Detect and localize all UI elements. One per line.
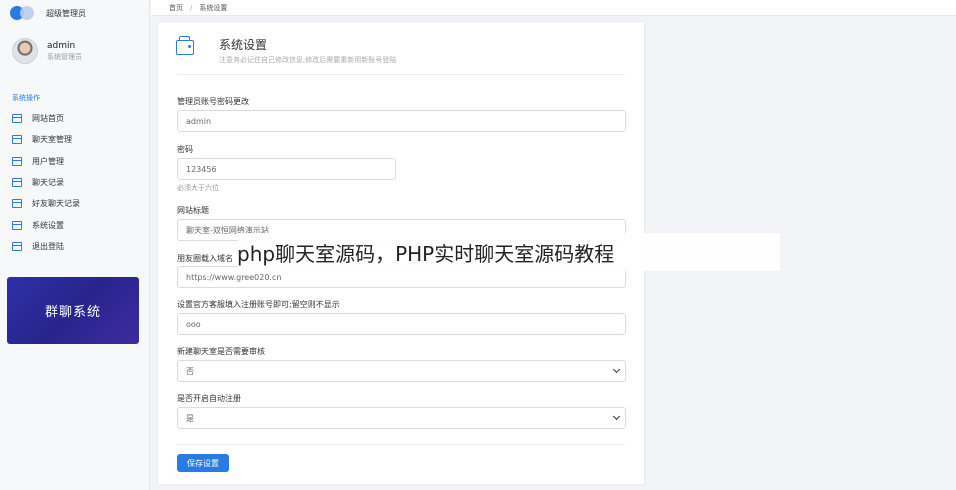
avatar[interactable]	[12, 38, 38, 64]
review-label: 新建聊天室是否需要审核	[177, 347, 265, 356]
url-label: 朋友圈载入域名	[177, 254, 233, 263]
breadcrumb-current: 系统设置	[199, 3, 228, 12]
brand-title: 超级管理员	[46, 8, 86, 18]
service-label: 设置官方客服填入注册账号即可;留空则不显示	[177, 300, 340, 309]
promo-banner: 群聊系统	[7, 277, 139, 344]
sidebar-item-label: 聊天记录	[32, 178, 64, 188]
service-input[interactable]: ooo	[177, 313, 626, 335]
save-button[interactable]: 保存设置	[177, 454, 229, 472]
sidebar-item-chatrooms[interactable]: 聊天室管理	[12, 129, 142, 150]
sidebar-item-users[interactable]: 用户管理	[12, 151, 142, 172]
user-profile[interactable]: admin 系统管理员	[12, 38, 82, 64]
sidebar-menu: 网站首页 聊天室管理 用户管理 聊天记录 好友聊天记录 系统设置 退出登陆	[12, 108, 142, 257]
sidebar-item-settings[interactable]: 系统设置	[12, 214, 142, 235]
watermark-caption-text: php聊天室源码，PHP实时聊天室源码教程	[237, 241, 615, 266]
layout-icon	[12, 156, 22, 166]
sidebar-item-label: 系统设置	[32, 220, 64, 230]
divider	[177, 444, 625, 445]
account-label: 管理员账号密码更改	[177, 97, 249, 106]
user-name: admin	[47, 41, 76, 51]
layout-icon	[12, 199, 22, 209]
breadcrumb-separator: /	[190, 3, 193, 12]
sidebar-item-label: 好友聊天记录	[32, 199, 80, 209]
sidebar-item-label: 用户管理	[32, 156, 64, 166]
banner-text: 群聊系统	[44, 305, 101, 320]
layout-icon	[12, 178, 22, 188]
account-input[interactable]: admin	[177, 110, 626, 132]
password-label: 密码	[177, 145, 193, 154]
layout-icon	[12, 220, 22, 230]
sidebar-toggle[interactable]	[10, 6, 38, 20]
sidebar-item-home[interactable]: 网站首页	[12, 108, 142, 129]
briefcase-icon	[176, 36, 194, 55]
brand: 超级管理员	[10, 4, 86, 22]
user-role: 系统管理员	[47, 53, 82, 61]
layout-icon	[12, 135, 22, 145]
password-hint: 必须大于六位	[177, 184, 219, 192]
sidebar-item-label: 聊天室管理	[32, 135, 72, 145]
sidebar-item-label: 退出登陆	[32, 241, 64, 251]
review-select-value: 否	[186, 366, 194, 376]
breadcrumb-home[interactable]: 首页	[169, 3, 183, 13]
layout-icon	[12, 114, 22, 124]
watermark-caption: php聊天室源码，PHP实时聊天室源码教程	[237, 233, 780, 271]
chevron-down-icon	[612, 412, 621, 421]
page-subtitle: 注意务必记住自己修改信息,修改后需要重新用新账号登陆	[219, 56, 397, 64]
layout-icon	[12, 241, 22, 251]
sidebar-item-chat-logs[interactable]: 聊天记录	[12, 172, 142, 193]
autoreg-select-value: 是	[186, 413, 194, 423]
sidebar-item-friend-logs[interactable]: 好友聊天记录	[12, 193, 142, 214]
divider	[177, 74, 625, 75]
sidebar: 超级管理员 admin 系统管理员 系统操作 网站首页 聊天室管理 用户管理 聊…	[0, 0, 150, 490]
page-title: 系统设置	[219, 38, 268, 52]
autoreg-label: 是否开启自动注册	[177, 394, 241, 403]
breadcrumb: 首页 / 系统设置	[151, 0, 956, 16]
menu-heading: 系统操作	[12, 94, 40, 102]
review-select[interactable]: 否	[177, 360, 626, 382]
autoreg-select[interactable]: 是	[177, 407, 626, 429]
chevron-down-icon	[612, 365, 621, 374]
sidebar-item-label: 网站首页	[32, 114, 64, 124]
sidebar-item-logout[interactable]: 退出登陆	[12, 236, 142, 257]
site-title-label: 网站标题	[177, 206, 209, 215]
password-input[interactable]: 123456	[177, 158, 396, 180]
